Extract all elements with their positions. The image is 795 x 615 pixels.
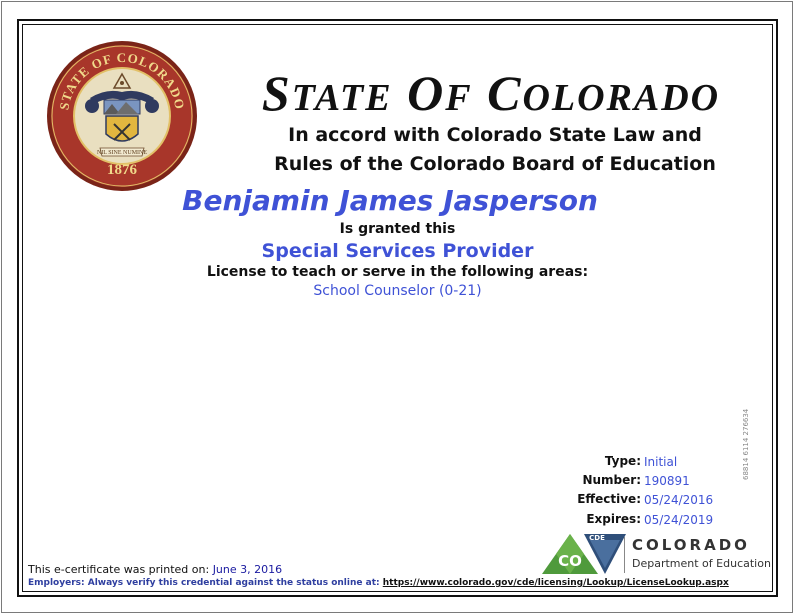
colorado-state-seal: STATE OF COLORADO 1876 NIL SINE NUMINE <box>47 41 197 191</box>
granted-text: Is granted this <box>339 221 456 237</box>
page-title: STATE OF COLORADO <box>261 65 721 121</box>
number-label: Number: <box>582 473 641 487</box>
type-label: Type: <box>604 454 641 468</box>
cde-badge-main: CO <box>558 552 582 570</box>
accord-line-2: Rules of the Colorado Board of Education <box>274 153 716 175</box>
license-areas-heading: License to teach or serve in the followi… <box>206 264 589 280</box>
seal-year: 1876 <box>107 162 138 178</box>
seal-motto: NIL SINE NUMINE <box>97 150 147 156</box>
license-lookup-link[interactable]: https://www.colorado.gov/cde/licensing/L… <box>383 578 729 588</box>
type-value: Initial <box>644 455 678 469</box>
effective-label: Effective: <box>577 492 641 506</box>
expires-label: Expires: <box>586 512 641 526</box>
accord-line-1: In accord with Colorado State Law and <box>288 124 702 146</box>
cde-badge-top: CDE <box>589 534 605 542</box>
cde-wordmark: COLORADO <box>632 536 750 554</box>
employers-note: Employers: Always verify this credential… <box>28 578 729 588</box>
logo-divider <box>624 537 625 573</box>
printed-note: This e-certificate was printed on: June … <box>28 563 282 576</box>
cde-department: Department of Education <box>632 557 771 570</box>
number-value: 190891 <box>644 474 690 488</box>
effective-value: 05/24/2016 <box>644 493 714 507</box>
employers-text: Employers: Always verify this credential… <box>28 578 380 588</box>
printed-date: June 3, 2016 <box>212 563 283 576</box>
expires-value: 05/24/2019 <box>644 513 714 527</box>
holder-name: Benjamin James Jasperson <box>182 184 598 217</box>
printed-label: This e-certificate was printed on: <box>28 563 210 576</box>
license-area-item: School Counselor (0-21) <box>313 283 482 299</box>
license-type: Special Services Provider <box>261 240 534 262</box>
side-code: 68814 6114 276634 <box>742 408 750 480</box>
